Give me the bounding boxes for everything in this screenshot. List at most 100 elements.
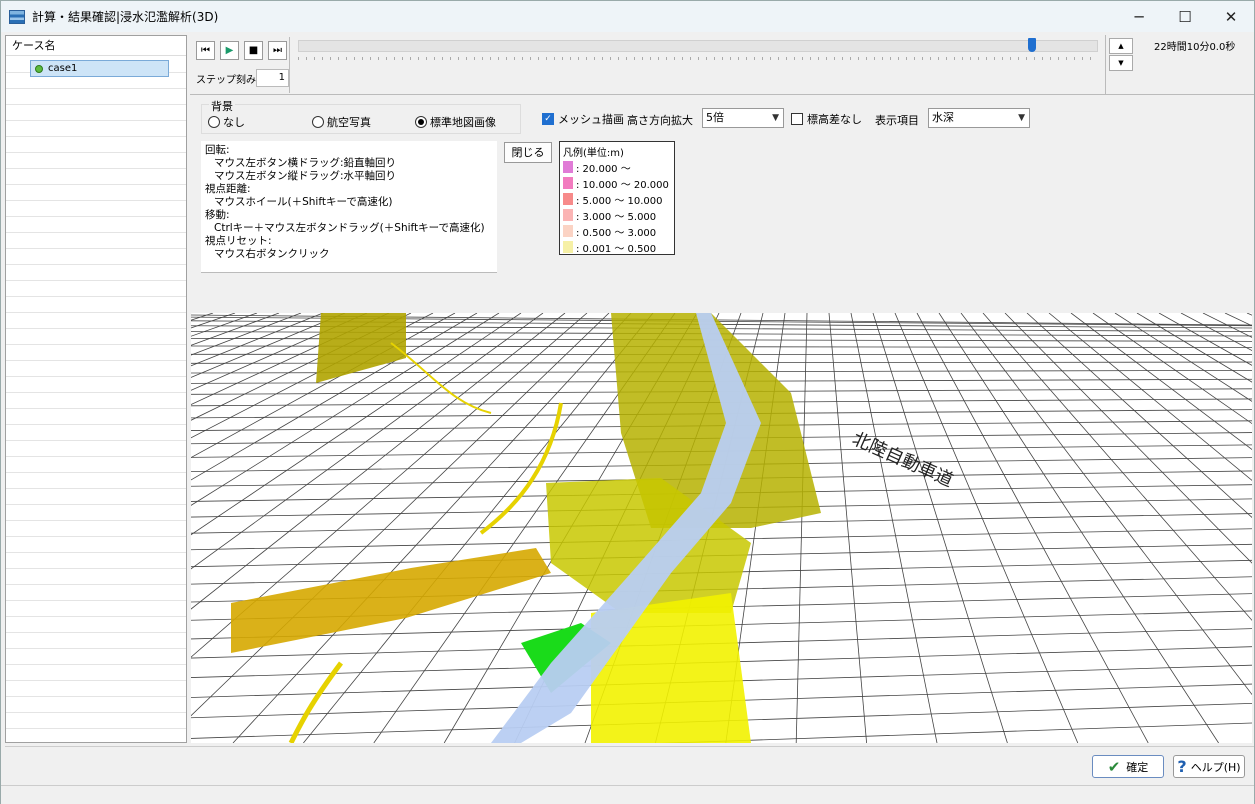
map-grid-line xyxy=(191,313,588,658)
legend-item: : 3.000 ～ 5.000 xyxy=(563,207,671,223)
map-grid-line xyxy=(916,313,1149,743)
skip-start-button[interactable]: ⏮ xyxy=(196,41,215,60)
map-grid-line xyxy=(1158,313,1252,366)
legend-title: 凡例(単位:m) xyxy=(563,148,624,159)
map-grid-line xyxy=(191,313,412,421)
legend-item: : 0.001 ～ 0.500 xyxy=(563,239,671,255)
radio-icon xyxy=(208,116,220,128)
help-rotate-title: 回転: xyxy=(205,144,230,156)
help-move-title: 移動: xyxy=(205,209,230,221)
mesh-label: メッシュ描画 xyxy=(558,113,624,126)
close-icon[interactable]: ✕ xyxy=(1208,1,1254,32)
background-radio-aerial[interactable]: 航空写真 xyxy=(312,114,371,130)
3d-map-viewport[interactable]: 北陸自動車道 xyxy=(191,313,1252,743)
toolbar-divider xyxy=(1105,35,1106,95)
ok-button[interactable]: ✔ 確定 xyxy=(1092,755,1164,778)
map-grid-line xyxy=(1026,313,1252,518)
time-down-button[interactable]: ▼ xyxy=(1109,55,1133,71)
status-bar xyxy=(1,785,1254,804)
background-group: 背景 なし 航空写真 標準地図画像 xyxy=(201,98,521,134)
no-elevation-label: 標高差なし xyxy=(807,113,862,126)
map-grid-line xyxy=(960,313,1252,696)
maximize-icon[interactable]: ☐ xyxy=(1162,1,1208,32)
legend-swatch xyxy=(563,209,573,221)
options-panel: 背景 なし 航空写真 標準地図画像 ✓ メッシュ描画 高さ方向拡大 5倍 ▼ 標… xyxy=(190,96,1254,312)
map-grid-line xyxy=(191,313,324,367)
play-icon: ▶ xyxy=(225,45,234,56)
flood-area-orange xyxy=(231,548,551,653)
road xyxy=(288,661,344,743)
play-button[interactable]: ▶ xyxy=(220,41,239,60)
help-text-box: 回転: マウス左ボタン横ドラッグ:鉛直軸回り マウス左ボタン縦ドラッグ:水平軸回… xyxy=(201,141,497,273)
check-icon: ✔ xyxy=(1107,757,1121,776)
skip-end-button[interactable]: ⏭ xyxy=(268,41,287,60)
playback-toolbar: ⏮ ▶ ■ ⏭ ステップ刻み 1 ▲ ▼ 22時間10分0.0秒 xyxy=(190,35,1254,95)
help-reset-title: 視点リセット: xyxy=(205,235,272,247)
legend-label: : 10.000 ～ 20.000 xyxy=(576,179,669,191)
step-label: ステップ刻み xyxy=(196,75,256,86)
playback-controls: ⏮ ▶ ■ ⏭ ステップ刻み 1 xyxy=(194,37,290,93)
ok-label: 確定 xyxy=(1126,760,1149,774)
case-list-item[interactable]: case1 xyxy=(30,60,169,77)
no-elevation-checkbox[interactable]: 標高差なし xyxy=(791,111,862,127)
dialog-button-bar: ✔ 確定 ? ヘルプ(H) xyxy=(5,746,1254,784)
skip-end-icon: ⏭ xyxy=(273,45,282,56)
app-window: 計算・結果確認|浸水氾濫解析(3D) ─ ☐ ✕ ケース名 case1 ⏮ ▶ … xyxy=(0,0,1255,804)
radio-label: なし xyxy=(223,116,245,129)
help-rotate-1: マウス左ボタン横ドラッグ:鉛直軸回り xyxy=(214,157,397,169)
check-icon: ✓ xyxy=(542,113,554,125)
height-scale-select[interactable]: 5倍 ▼ xyxy=(702,108,784,128)
minimize-icon[interactable]: ─ xyxy=(1116,1,1162,32)
map-grid-line xyxy=(1048,313,1252,481)
map-grid-line xyxy=(894,313,1079,743)
legend-swatch xyxy=(563,225,573,237)
3d-map-canvas[interactable]: 北陸自動車道 xyxy=(191,313,1252,743)
radio-label: 標準地図画像 xyxy=(430,116,496,129)
help-distance-1: マウスホイール(＋Shiftキーで高速化) xyxy=(214,196,393,208)
close-help-button[interactable]: 閉じる xyxy=(504,142,552,163)
case-list-header: ケース名 xyxy=(6,36,186,56)
chevron-down-icon: ▼ xyxy=(1018,113,1025,123)
skip-start-icon: ⏮ xyxy=(201,45,210,56)
legend-box: 凡例(単位:m) : 20.000 ～ : 10.000 ～ 20.000 : … xyxy=(559,141,675,255)
map-grid-line xyxy=(191,313,434,439)
display-item-value: 水深 xyxy=(932,111,954,124)
title-bar: 計算・結果確認|浸水氾濫解析(3D) ─ ☐ ✕ xyxy=(1,1,1254,32)
window-title: 計算・結果確認|浸水氾濫解析(3D) xyxy=(32,10,219,24)
time-slider-thumb[interactable] xyxy=(1027,38,1036,52)
legend-item: : 20.000 ～ xyxy=(563,159,671,175)
step-input[interactable]: 1 xyxy=(256,69,289,87)
map-grid-line xyxy=(982,313,1252,621)
up-arrow-icon: ▲ xyxy=(1118,42,1124,50)
mesh-checkbox[interactable]: ✓ メッシュ描画 xyxy=(542,111,624,127)
background-radio-standard-map[interactable]: 標準地図画像 xyxy=(415,114,496,130)
help-reset-1: マウス右ボタンクリック xyxy=(214,248,330,260)
time-up-button[interactable]: ▲ xyxy=(1109,38,1133,54)
map-grid-line xyxy=(191,313,280,346)
legend-label: : 3.000 ～ 5.000 xyxy=(576,211,657,223)
background-radio-none[interactable]: なし xyxy=(208,114,245,130)
radio-label: 航空写真 xyxy=(327,116,371,129)
map-grid-line xyxy=(872,313,1008,743)
legend-swatch xyxy=(563,193,573,205)
legend-label: : 5.000 ～ 10.000 xyxy=(576,195,663,207)
stop-button[interactable]: ■ xyxy=(244,41,263,60)
map-grid-line xyxy=(828,313,867,743)
map-grid-line xyxy=(1246,313,1252,316)
time-display: 22時間10分0.0秒 xyxy=(1154,42,1236,53)
map-grid-line xyxy=(938,313,1219,743)
legend-swatch xyxy=(563,241,573,253)
question-icon: ? xyxy=(1177,757,1187,776)
display-item-select[interactable]: 水深 ▼ xyxy=(928,108,1030,128)
case-status-icon xyxy=(35,64,43,73)
legend-label: : 0.500 ～ 3.000 xyxy=(576,227,657,239)
time-slider[interactable] xyxy=(298,38,1098,52)
map-grid-line xyxy=(1114,313,1252,402)
help-label: ヘルプ(H) xyxy=(1190,760,1241,774)
help-distance-title: 視点距離: xyxy=(205,183,251,195)
main-panel: ⏮ ▶ ■ ⏭ ステップ刻み 1 ▲ ▼ 22時間10分0.0秒 背景 なし 航… xyxy=(190,35,1254,743)
help-button[interactable]: ? ヘルプ(H) xyxy=(1173,755,1245,778)
time-slider-ticks xyxy=(298,57,1098,60)
radio-icon xyxy=(312,116,324,128)
radio-selected-icon xyxy=(415,116,427,128)
